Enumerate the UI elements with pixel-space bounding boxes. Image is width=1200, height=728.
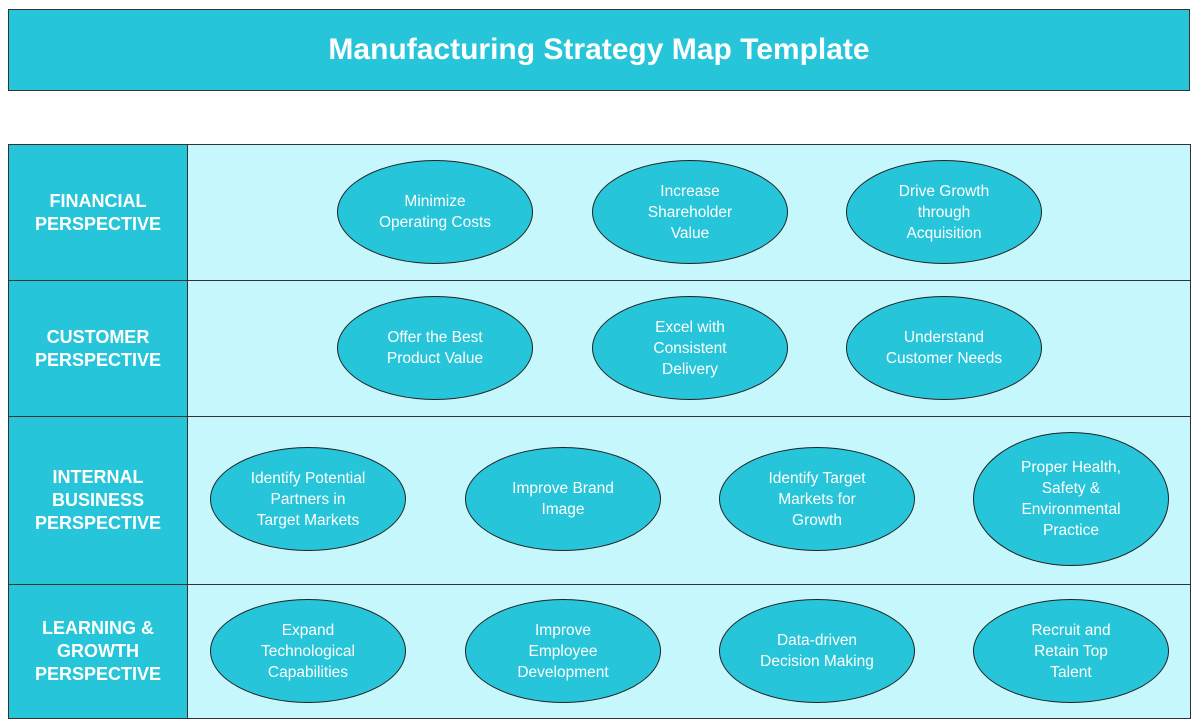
- objective-oval[interactable]: Understand Customer Needs: [846, 296, 1042, 400]
- objective-oval[interactable]: Proper Health, Safety & Environmental Pr…: [973, 432, 1169, 566]
- objective-oval[interactable]: Improve Employee Development: [465, 599, 661, 703]
- perspective-label-cell: LEARNING & GROWTH PERSPECTIVE: [9, 585, 188, 718]
- objective-label: Identify Target Markets for Growth: [768, 469, 866, 529]
- objectives-cell: Offer the Best Product Value Excel with …: [188, 281, 1190, 416]
- objectives-cell: Minimize Operating Costs Increase Shareh…: [188, 145, 1190, 280]
- objectives-cell: Expand Technological Capabilities Improv…: [188, 585, 1190, 718]
- objective-label: Proper Health, Safety & Environmental Pr…: [1021, 459, 1121, 539]
- objective-label: Offer the Best Product Value: [386, 329, 484, 367]
- row-learning-growth: LEARNING & GROWTH PERSPECTIVE Expand Tec…: [9, 584, 1190, 718]
- objective-oval[interactable]: Offer the Best Product Value: [337, 296, 533, 400]
- objective-label: Improve Employee Development: [517, 621, 609, 681]
- title-banner: Manufacturing Strategy Map Template: [8, 9, 1190, 91]
- objective-oval[interactable]: Identify Target Markets for Growth: [719, 447, 915, 551]
- objective-oval[interactable]: Recruit and Retain Top Talent: [973, 599, 1169, 703]
- objective-label: Drive Growth through Acquisition: [898, 182, 990, 242]
- objective-oval[interactable]: Increase Shareholder Value: [592, 160, 788, 264]
- objective-oval[interactable]: Minimize Operating Costs: [337, 160, 533, 264]
- row-financial: FINANCIAL PERSPECTIVE Minimize Operating…: [9, 145, 1190, 280]
- objective-label: Increase Shareholder Value: [647, 182, 733, 242]
- strategy-map-table: FINANCIAL PERSPECTIVE Minimize Operating…: [8, 144, 1191, 719]
- perspective-label-cell: FINANCIAL PERSPECTIVE: [9, 145, 188, 280]
- perspective-label: FINANCIAL PERSPECTIVE: [34, 190, 162, 234]
- row-internal-business: INTERNAL BUSINESS PERSPECTIVE Identify P…: [9, 416, 1190, 584]
- objective-oval[interactable]: Excel with Consistent Delivery: [592, 296, 788, 400]
- objective-oval[interactable]: Improve Brand Image: [465, 447, 661, 551]
- perspective-label-cell: CUSTOMER PERSPECTIVE: [9, 281, 188, 416]
- page-title: Manufacturing Strategy Map Template: [328, 33, 870, 66]
- perspective-label: CUSTOMER PERSPECTIVE: [34, 326, 162, 370]
- objective-label: Understand Customer Needs: [885, 329, 1003, 367]
- objective-label: Identify Potential Partners in Target Ma…: [250, 469, 366, 529]
- objective-oval[interactable]: Drive Growth through Acquisition: [846, 160, 1042, 264]
- objective-label: Recruit and Retain Top Talent: [1031, 621, 1111, 681]
- perspective-label: LEARNING & GROWTH PERSPECTIVE: [34, 618, 162, 684]
- row-customer: CUSTOMER PERSPECTIVE Offer the Best Prod…: [9, 280, 1190, 416]
- objective-label: Data-driven Decision Making: [760, 632, 874, 670]
- objective-label: Improve Brand Image: [512, 480, 614, 518]
- perspective-label-cell: INTERNAL BUSINESS PERSPECTIVE: [9, 417, 188, 584]
- objective-oval[interactable]: Identify Potential Partners in Target Ma…: [210, 447, 406, 551]
- objective-label: Expand Technological Capabilities: [261, 621, 355, 681]
- objective-oval[interactable]: Data-driven Decision Making: [719, 599, 915, 703]
- perspective-label: INTERNAL BUSINESS PERSPECTIVE: [34, 467, 162, 533]
- objective-label: Excel with Consistent Delivery: [653, 318, 727, 378]
- objective-oval[interactable]: Expand Technological Capabilities: [210, 599, 406, 703]
- objectives-cell: Identify Potential Partners in Target Ma…: [188, 417, 1190, 584]
- objective-label: Minimize Operating Costs: [379, 193, 491, 231]
